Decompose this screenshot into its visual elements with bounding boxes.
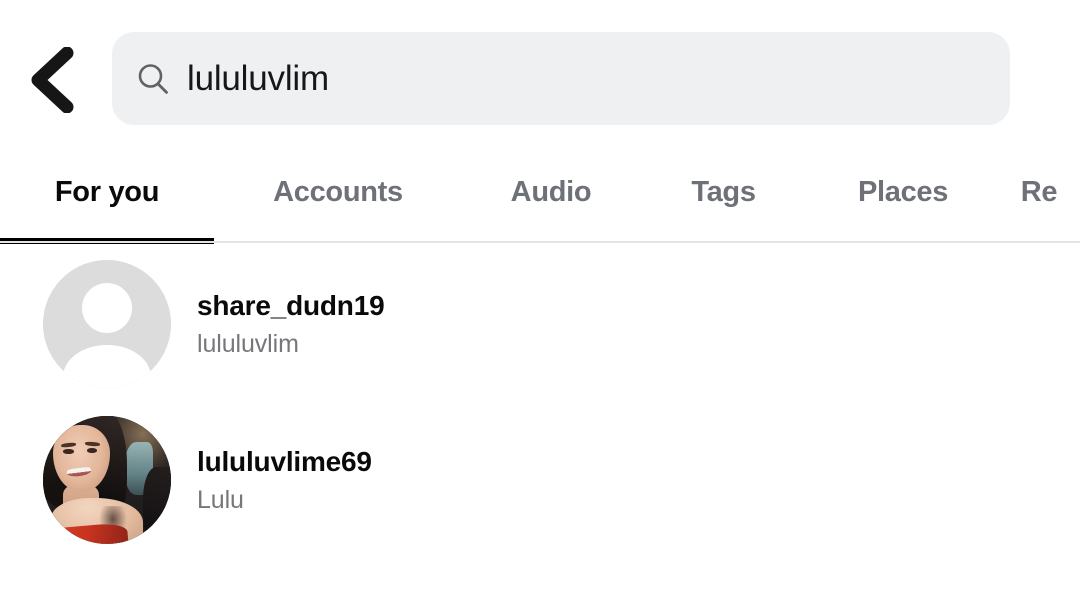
back-button[interactable] bbox=[18, 40, 84, 120]
tab-label: For you bbox=[54, 176, 160, 208]
tab-for-you[interactable]: For you bbox=[0, 155, 214, 244]
tab-label: Audio bbox=[510, 176, 592, 208]
result-text: share_dudn19 lululuvlim bbox=[197, 289, 385, 359]
tab-tags[interactable]: Tags bbox=[640, 155, 807, 244]
tabs-bar: For you Accounts Audio Tags Places Re bbox=[0, 155, 1080, 244]
default-avatar-icon bbox=[43, 260, 171, 388]
photo-face bbox=[53, 424, 110, 492]
search-results-list: share_dudn19 lululuvlim lululuvlime69 Lu… bbox=[0, 246, 1080, 558]
photo-eye-left bbox=[63, 449, 74, 454]
search-input-value: lululuvlim bbox=[187, 59, 329, 98]
photo-eye-right bbox=[86, 448, 97, 453]
result-text: lululuvlime69 Lulu bbox=[197, 445, 372, 515]
result-subtitle: Lulu bbox=[197, 486, 244, 515]
tab-reels[interactable]: Re bbox=[999, 155, 1079, 244]
tab-label: Re bbox=[1020, 176, 1058, 208]
result-username: lululuvlime69 bbox=[197, 445, 372, 477]
search-header: lululuvlim bbox=[0, 0, 1080, 155]
tab-audio[interactable]: Audio bbox=[462, 155, 640, 244]
chevron-left-icon bbox=[26, 47, 76, 113]
tab-places[interactable]: Places bbox=[807, 155, 999, 244]
tabs-strip[interactable]: For you Accounts Audio Tags Places Re bbox=[0, 155, 1079, 244]
tab-label: Accounts bbox=[273, 176, 403, 208]
tab-accounts[interactable]: Accounts bbox=[214, 155, 462, 244]
tab-label: Tags bbox=[691, 176, 756, 208]
search-icon bbox=[136, 62, 170, 96]
result-row[interactable]: share_dudn19 lululuvlim bbox=[0, 246, 1080, 402]
result-row[interactable]: lululuvlime69 Lulu bbox=[0, 402, 1080, 558]
search-input[interactable]: lululuvlim bbox=[112, 32, 1010, 125]
profile-photo bbox=[43, 416, 171, 544]
photo-background-dark bbox=[142, 467, 171, 544]
tabs-divider bbox=[0, 241, 1080, 243]
result-username: share_dudn19 bbox=[197, 289, 385, 321]
tab-label: Places bbox=[857, 176, 949, 208]
result-subtitle: lululuvlim bbox=[197, 330, 299, 359]
